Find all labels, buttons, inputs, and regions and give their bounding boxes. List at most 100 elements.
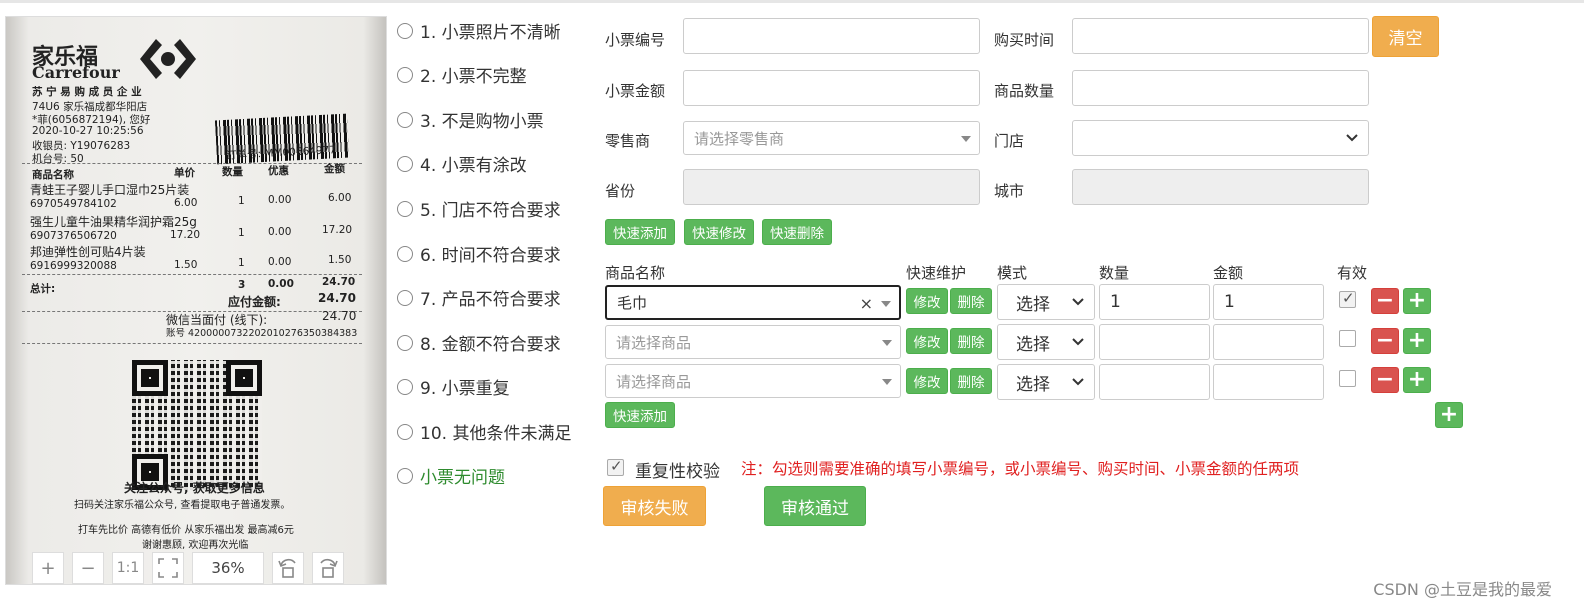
quick-edit-button[interactable]: 快速修改 [684,219,754,245]
qty-input[interactable] [1099,324,1210,360]
amount-input[interactable]: 1 [1213,284,1324,320]
product-select[interactable]: 毛巾 × [605,285,901,320]
row-edit-button[interactable]: 修改 [906,328,948,354]
reason-option[interactable]: 9. 小票重复 [397,374,510,399]
retailer-select[interactable]: 请选择零售商 [683,121,980,155]
qty-input[interactable]: 1 [1099,284,1210,320]
receipt-item-code: 6970549784102 [30,198,117,210]
receipt-promo1: 打车先比价 高德有低价 从家乐福出发 最高减6元 [78,525,294,536]
receipt-header-disc: 优惠 [268,165,289,177]
reason-option[interactable]: 1. 小票照片不清晰 [397,18,561,43]
valid-checkbox[interactable] [1339,289,1356,308]
product-placeholder: 请选择商品 [616,372,692,391]
receipt-item-qty: 1 [238,195,245,207]
valid-checkbox[interactable] [1339,330,1356,347]
radio-icon[interactable] [397,334,413,351]
valid-checkbox[interactable] [1339,370,1356,387]
row-delete-button[interactable]: 删除 [950,368,992,394]
ticket-no-label: 小票编号 [605,31,666,49]
qty-input[interactable] [1099,364,1210,400]
reason-option[interactable]: 10. 其他条件未满足 [397,419,571,444]
product-select[interactable]: 请选择商品 [605,325,901,359]
receipt-item-name: 强生儿童牛油果精华润护霜25g [30,215,197,229]
product-select[interactable]: 请选择商品 [605,364,901,398]
clear-icon[interactable]: × [860,294,873,313]
receipt-item-code: 6907376506720 [30,230,117,242]
row-delete-button[interactable]: 删除 [950,288,992,314]
remove-row-button[interactable]: − [1371,367,1399,393]
reason-option-no-problem[interactable]: 小票无问题 [397,463,505,488]
clear-button[interactable]: 清空 [1372,16,1439,57]
mode-select[interactable]: 选择 [997,284,1095,320]
row-edit-button[interactable]: 修改 [906,288,948,314]
fullscreen-icon[interactable] [152,552,184,584]
zoom-out-icon[interactable]: − [72,552,104,584]
col-header-valid: 有效 [1337,264,1368,282]
receipt-follow: 关注公众号, 获取更多信息 [124,481,265,495]
reason-option[interactable]: 6. 时间不符合要求 [397,241,561,266]
add-row-button[interactable]: + [1403,288,1431,314]
row-delete-button[interactable]: 删除 [950,328,992,354]
reason-label: 5. 门店不符合要求 [420,201,561,221]
rotate-left-icon[interactable] [272,552,304,584]
table-quick-add-button[interactable]: 快速添加 [605,402,675,428]
receipt-item-amt: 6.00 [328,192,352,204]
mode-select[interactable]: 选择 [997,364,1095,400]
reason-label: 小票无问题 [420,468,505,488]
goods-count-input[interactable] [1072,70,1369,106]
zoom-level: 36% [192,552,264,584]
audit-fail-button[interactable]: 审核失败 [603,486,706,526]
receipt-total-amt: 24.70 [322,276,356,288]
reason-label: 7. 产品不符合要求 [420,290,561,310]
buy-time-input[interactable] [1072,18,1369,54]
receipt-due-label: 应付金额: [228,295,281,309]
radio-icon[interactable] [397,289,413,306]
mode-select[interactable]: 选择 [997,324,1095,360]
receipt-total-label: 总计: [30,283,56,295]
radio-icon[interactable] [397,66,413,83]
radio-icon[interactable] [397,245,413,262]
retailer-label: 零售商 [605,132,651,150]
dup-check-checkbox[interactable] [607,457,624,476]
radio-icon[interactable] [397,111,413,128]
quick-delete-button[interactable]: 快速删除 [762,219,832,245]
radio-icon[interactable] [397,22,413,39]
radio-icon[interactable] [397,200,413,217]
audit-pass-button[interactable]: 审核通过 [764,486,866,526]
amount-input[interactable] [683,70,980,106]
amount-input[interactable] [1213,364,1324,400]
reason-option[interactable]: 3. 不是购物小票 [397,107,544,132]
add-row-button[interactable]: + [1403,328,1431,354]
radio-icon[interactable] [397,467,413,484]
radio-icon[interactable] [397,423,413,440]
product-placeholder: 请选择商品 [616,333,692,352]
reason-option[interactable]: 5. 门店不符合要求 [397,196,561,221]
receipt-item-disc: 0.00 [268,194,292,206]
quick-add-button[interactable]: 快速添加 [605,219,675,245]
add-row-button[interactable]: + [1435,402,1463,428]
radio-icon[interactable] [397,155,413,172]
row-edit-button[interactable]: 修改 [906,368,948,394]
dropdown-caret-icon [882,340,892,346]
receipt-line-datetime: 2020-10-27 10:25:56 [32,125,144,137]
radio-icon[interactable] [397,378,413,395]
remove-row-button[interactable]: − [1371,288,1399,314]
amount-input[interactable] [1213,324,1324,360]
reason-option[interactable]: 4. 小票有涂改 [397,151,527,176]
reason-option[interactable]: 7. 产品不符合要求 [397,285,561,310]
receipt-due-amt: 24.70 [318,291,356,305]
receipt-brand-en: Carrefour [32,63,120,82]
rotate-right-icon[interactable] [312,552,344,584]
store-select[interactable] [1072,120,1369,156]
add-row-button[interactable]: + [1403,367,1431,393]
reason-option[interactable]: 8. 金额不符合要求 [397,330,561,355]
zoom-in-icon[interactable]: + [32,552,64,584]
receipt-item-disc: 0.00 [268,256,292,268]
receipt-image[interactable]: 家乐福 Carrefour 苏 宁 易 购 成 员 企 业 74U6 家乐福成都… [5,16,387,585]
qr-finder [132,360,168,396]
remove-row-button[interactable]: − [1371,328,1399,354]
ticket-no-input[interactable] [683,18,980,54]
reason-option[interactable]: 2. 小票不完整 [397,62,527,87]
qr-finder [226,360,262,396]
actual-size-button[interactable]: 1:1 [112,552,144,584]
